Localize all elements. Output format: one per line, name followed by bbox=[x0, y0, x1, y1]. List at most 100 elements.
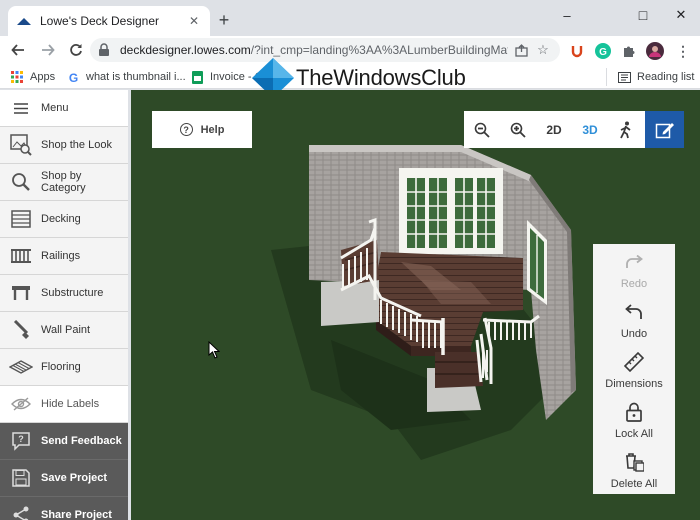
lock-all-button[interactable]: Lock All bbox=[593, 394, 675, 444]
sidebar-item-shop-the-look[interactable]: Shop the Look bbox=[0, 127, 128, 164]
magnifier-icon bbox=[9, 170, 33, 194]
bookmark-thumbnail-search[interactable]: G what is thumbnail i... bbox=[66, 68, 186, 86]
ublock-extension-icon[interactable] bbox=[568, 42, 586, 60]
reload-icon[interactable] bbox=[64, 38, 88, 62]
close-window-button[interactable]: ✕ bbox=[662, 0, 700, 30]
zoom-out-button[interactable] bbox=[464, 111, 500, 148]
dimensions-label: Dimensions bbox=[605, 378, 663, 390]
redo-button[interactable]: Redo bbox=[593, 244, 675, 294]
lowes-favicon-icon bbox=[16, 13, 32, 29]
sidebar-item-substructure[interactable]: Substructure bbox=[0, 275, 128, 312]
shop-look-icon bbox=[9, 133, 33, 157]
substructure-icon bbox=[9, 281, 33, 305]
undo-button[interactable]: Undo bbox=[593, 294, 675, 344]
delete-all-button[interactable]: Delete All bbox=[593, 444, 675, 494]
edit-pencil-icon bbox=[655, 122, 674, 138]
browser-tab[interactable]: Lowe's Deck Designer ✕ bbox=[8, 6, 210, 36]
undo-icon bbox=[623, 300, 645, 324]
chrome-menu-icon[interactable]: ⋮ bbox=[674, 42, 692, 60]
tab-close-icon[interactable]: ✕ bbox=[186, 14, 202, 28]
app-content: Menu Shop the Look Shop by Category Deck… bbox=[0, 90, 700, 520]
apps-grid-icon bbox=[10, 70, 24, 84]
edit-design-button[interactable] bbox=[645, 111, 684, 148]
watermark-text: TheWindowsClub bbox=[296, 65, 466, 90]
walking-person-icon bbox=[620, 121, 631, 138]
reading-list-icon bbox=[617, 70, 631, 84]
action-panel: Redo Undo Dimensions Lock All Delete All bbox=[593, 244, 675, 494]
mouse-cursor-icon bbox=[208, 341, 220, 359]
dimensions-button[interactable]: Dimensions bbox=[593, 344, 675, 394]
french-door bbox=[399, 168, 503, 254]
ruler-icon bbox=[623, 350, 645, 374]
sidebar-item-shop-by-category[interactable]: Shop by Category bbox=[0, 164, 128, 201]
sidebar-item-label: Flooring bbox=[41, 361, 81, 373]
lock-icon bbox=[623, 400, 645, 424]
sidebar-item-decking[interactable]: Decking bbox=[0, 201, 128, 238]
zoom-in-icon bbox=[510, 122, 526, 138]
sidebar-item-label: Shop the Look bbox=[41, 139, 112, 151]
sidebar-item-save-project[interactable]: Save Project bbox=[0, 460, 128, 497]
sidebar-item-wall-paint[interactable]: Wall Paint bbox=[0, 312, 128, 349]
sidebar-item-label: Railings bbox=[41, 250, 81, 262]
bookmark-apps[interactable]: Apps bbox=[10, 68, 55, 86]
svg-text:G: G bbox=[599, 47, 607, 58]
grammarly-extension-icon[interactable]: G bbox=[594, 42, 612, 60]
new-tab-button[interactable]: + bbox=[214, 10, 234, 30]
reading-list-button[interactable]: Reading list bbox=[606, 68, 694, 86]
bookmark-label: what is thumbnail i... bbox=[86, 71, 186, 83]
bookmark-label: Apps bbox=[30, 71, 56, 83]
railings-icon bbox=[9, 244, 33, 268]
url-host: deckdesigner.lowes.com bbox=[120, 43, 251, 57]
sidebar: Menu Shop the Look Shop by Category Deck… bbox=[0, 90, 128, 520]
url-path: /?int_cmp=landing%3AA%3ALumberBuildingMa… bbox=[250, 43, 508, 57]
view-2d-button[interactable]: 2D bbox=[536, 111, 572, 148]
forward-icon[interactable] bbox=[36, 38, 60, 62]
delete-all-icon bbox=[623, 450, 645, 474]
flooring-icon bbox=[9, 355, 33, 379]
google-icon: G bbox=[66, 70, 80, 84]
extensions-puzzle-icon[interactable] bbox=[620, 42, 638, 60]
maximize-button[interactable]: □ bbox=[624, 0, 662, 30]
sidebar-item-menu[interactable]: Menu bbox=[0, 90, 128, 127]
delete-all-label: Delete All bbox=[610, 478, 658, 490]
sidebar-item-label: Hide Labels bbox=[41, 398, 100, 410]
back-icon[interactable] bbox=[6, 38, 30, 62]
eye-slash-icon bbox=[9, 392, 33, 416]
decking-icon bbox=[9, 207, 33, 231]
svg-text:?: ? bbox=[18, 434, 24, 444]
sidebar-item-share-project[interactable]: Share Project bbox=[0, 497, 128, 520]
tab-strip: Lowe's Deck Designer ✕ + – □ ✕ bbox=[0, 0, 700, 36]
minimize-button[interactable]: – bbox=[548, 0, 586, 30]
stairs-front bbox=[435, 352, 483, 388]
feedback-icon: ? bbox=[9, 429, 33, 453]
share-icon bbox=[9, 503, 33, 520]
zoom-in-button[interactable] bbox=[500, 111, 536, 148]
sidebar-item-label: Send Feedback bbox=[41, 435, 122, 447]
sidebar-item-railings[interactable]: Railings bbox=[0, 238, 128, 275]
reading-list-label: Reading list bbox=[637, 71, 695, 83]
floppy-icon bbox=[9, 466, 33, 490]
redo-label: Redo bbox=[620, 278, 648, 290]
sidebar-item-send-feedback[interactable]: ? Send Feedback bbox=[0, 423, 128, 460]
sidebar-item-label: Save Project bbox=[41, 472, 108, 484]
lock-icon[interactable] bbox=[98, 43, 112, 57]
view-3d-button[interactable]: 3D bbox=[572, 111, 608, 148]
lock-all-label: Lock All bbox=[615, 428, 653, 440]
redo-icon bbox=[623, 250, 645, 274]
svg-text:G: G bbox=[68, 71, 77, 84]
sidebar-item-label: Share Project bbox=[41, 509, 112, 520]
share-page-icon[interactable] bbox=[512, 41, 530, 59]
tab-title: Lowe's Deck Designer bbox=[40, 14, 160, 28]
design-canvas[interactable]: ? Help 2D 3D Redo Undo Dimensions Lock A… bbox=[131, 90, 700, 520]
hamburger-icon bbox=[9, 96, 33, 120]
help-label: Help bbox=[200, 123, 225, 136]
sheets-icon bbox=[190, 70, 204, 84]
help-button[interactable]: ? Help bbox=[152, 111, 252, 148]
walkthrough-button[interactable] bbox=[608, 111, 644, 148]
bookmark-star-icon[interactable]: ☆ bbox=[534, 41, 552, 59]
sidebar-item-label: Wall Paint bbox=[41, 324, 91, 336]
sidebar-item-flooring[interactable]: Flooring bbox=[0, 349, 128, 386]
sidebar-item-hide-labels[interactable]: Hide Labels bbox=[0, 386, 128, 423]
profile-avatar[interactable] bbox=[646, 42, 664, 60]
sidebar-item-label: Substructure bbox=[41, 287, 104, 299]
